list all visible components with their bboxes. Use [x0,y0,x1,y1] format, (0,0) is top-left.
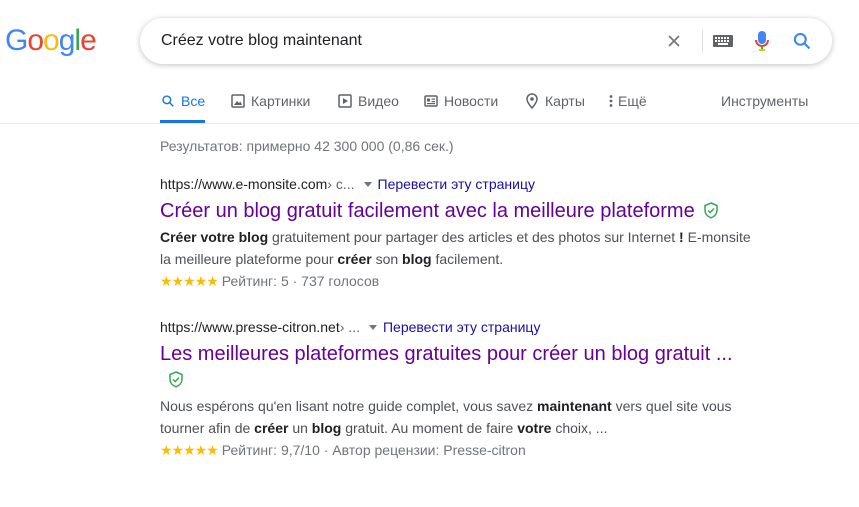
logo-letter: g [58,24,76,57]
rating-text: Рейтинг: 5 · 737 голосов [221,273,380,289]
logo-letter: o [27,24,44,57]
search-button[interactable] [790,29,814,53]
news-icon [423,93,439,109]
tab-label: Новости [444,93,499,109]
keyboard-icon [713,35,733,47]
more-vert-icon [606,93,616,109]
snippet-text: Nous espérons qu'en lisant notre guide c… [160,398,538,414]
translate-link[interactable]: Перевести эту страницу [383,318,540,336]
logo-letter: e [80,24,97,57]
snippet-highlight: votre [517,420,552,436]
tab-label: Ещё [618,93,647,109]
verified-shield-icon [703,202,718,219]
tab-more[interactable]: Ещё [606,90,647,123]
snippet-highlight: blog [402,251,432,267]
snippet-highlight: créer [337,251,372,267]
tab-label: Картинки [251,93,311,109]
result-cite: https://www.e-monsite.com › c... Перевес… [160,175,760,193]
snippet-text: facilement. [431,251,504,267]
result-breadcrumb: › c... [327,176,355,192]
translate-link[interactable]: Перевести эту страницу [378,175,535,193]
result-cite: https://www.presse-citron.net › ... Пере… [160,318,760,336]
search-result: https://www.presse-citron.net › ... Пере… [160,318,760,461]
result-title-row: Les meilleures plateformes gratuites pou… [160,341,750,393]
result-breadcrumb: › ... [339,319,360,335]
tab-videos[interactable]: Видео [337,90,399,123]
result-snippet: Créer votre blog gratuitement pour parta… [160,226,760,270]
rating-text: Рейтинг: 9,7/10 · Автор рецензии: Presse… [221,442,526,458]
map-pin-icon [524,93,540,109]
tab-label: Все [181,93,206,109]
snippet-text: son [371,251,403,267]
result-rating: ★★★★★ Рейтинг: 9,7/10 · Автор рецензии: P… [160,439,760,461]
tab-images[interactable]: Картинки [230,90,310,123]
logo-letter: G [5,24,28,57]
google-logo[interactable]: Google [5,24,97,57]
star-rating-icon: ★★★★★ [160,442,219,458]
caret-down-icon[interactable] [363,181,372,187]
verified-shield-icon [169,371,183,388]
result-url[interactable]: https://www.e-monsite.com [160,175,327,193]
search-result: https://www.e-monsite.com › c... Перевес… [160,175,760,292]
clear-button[interactable] [662,29,686,53]
divider [702,29,703,53]
star-rating-icon: ★★★★★ [160,273,219,289]
search-box [140,18,832,64]
result-stats: Результатов: примерно 42 300 000 (0,86 с… [160,138,454,154]
result-title[interactable]: Créer un blog gratuit facilement avec la… [160,200,695,222]
snippet-highlight: blog [311,420,342,436]
tab-news[interactable]: Новости [423,90,498,123]
video-icon [337,93,353,109]
snippet-text: gratuit. Au moment de faire [341,420,518,436]
caret-down-icon[interactable] [368,324,377,330]
snippet-highlight: Créer votre blog [160,229,269,245]
result-rating: ★★★★★ Рейтинг: 5 · 737 голосов [160,270,760,292]
snippet-highlight: maintenant [537,398,612,414]
result-url[interactable]: https://www.presse-citron.net [160,318,340,336]
tab-all[interactable]: Все [160,90,206,123]
tools-button[interactable]: Инструменты [721,93,808,109]
snippet-text: choix, ... [551,420,608,436]
search-icon [793,32,811,50]
logo-letter: o [43,24,60,57]
close-icon [668,35,680,47]
keyboard-button[interactable] [711,29,735,53]
image-icon [230,93,246,109]
result-title[interactable]: Les meilleures plateformes gratuites pou… [160,343,733,365]
voice-search-button[interactable] [750,29,774,53]
snippet-highlight: créer [254,420,289,436]
search-tabs: Все Картинки Видео Новости Карты Ещё Инс… [0,90,859,124]
tab-label: Видео [358,93,399,109]
result-title-row: Créer un blog gratuit facilement avec la… [160,198,760,224]
microphone-icon [755,31,769,51]
search-icon [160,93,176,109]
snippet-text: gratuitement pour partager des articles … [268,229,680,245]
snippet-text: un [288,420,312,436]
search-input[interactable] [161,18,641,64]
tab-maps[interactable]: Карты [524,90,585,123]
tab-label: Карты [545,93,585,109]
result-snippet: Nous espérons qu'en lisant notre guide c… [160,395,760,439]
